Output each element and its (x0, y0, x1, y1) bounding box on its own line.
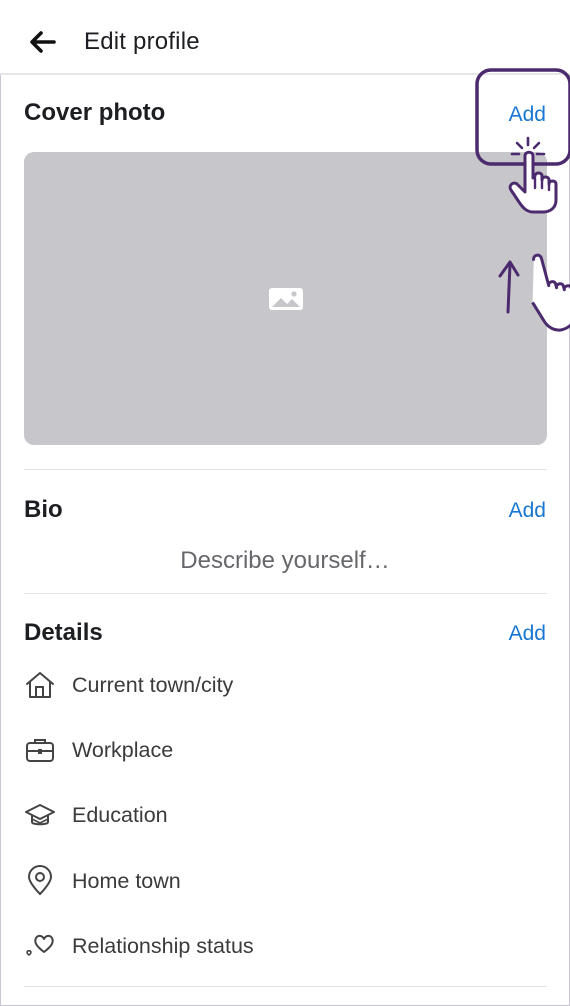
divider (24, 469, 547, 470)
bio-add-button[interactable]: Add (509, 499, 546, 523)
bio-title: Bio (24, 496, 63, 523)
cover-photo-add-button[interactable]: Add (509, 103, 546, 127)
back-button[interactable] (26, 28, 58, 56)
graduation-cap-icon (22, 797, 58, 833)
detail-item-workplace[interactable]: Workplace (22, 730, 173, 770)
image-icon (269, 288, 303, 310)
heart-icon (22, 928, 58, 964)
back-arrow-icon (30, 31, 56, 53)
detail-item-label: Education (72, 802, 168, 827)
detail-item-label: Workplace (72, 737, 174, 762)
detail-item-label: Relationship status (72, 933, 254, 958)
page-title: Edit profile (84, 28, 200, 55)
detail-item-current-town[interactable]: Current town/city (22, 665, 233, 705)
cover-photo-title: Cover photo (24, 99, 166, 126)
details-title: Details (24, 619, 103, 646)
divider (24, 593, 547, 594)
briefcase-icon (22, 732, 58, 768)
screen-frame (0, 0, 570, 1006)
detail-item-home-town[interactable]: Home town (22, 861, 181, 901)
location-pin-icon (22, 863, 58, 899)
home-icon (22, 667, 58, 703)
divider (24, 986, 547, 987)
detail-item-education[interactable]: Education (22, 795, 168, 835)
top-bar: Edit profile (0, 0, 570, 75)
detail-item-label: Current town/city (72, 672, 234, 697)
bio-placeholder[interactable]: Describe yourself… (0, 547, 570, 575)
details-add-button[interactable]: Add (509, 622, 546, 646)
cover-photo-placeholder[interactable] (24, 152, 547, 445)
detail-item-relationship-status[interactable]: Relationship status (22, 926, 254, 966)
detail-item-label: Home town (72, 868, 181, 893)
